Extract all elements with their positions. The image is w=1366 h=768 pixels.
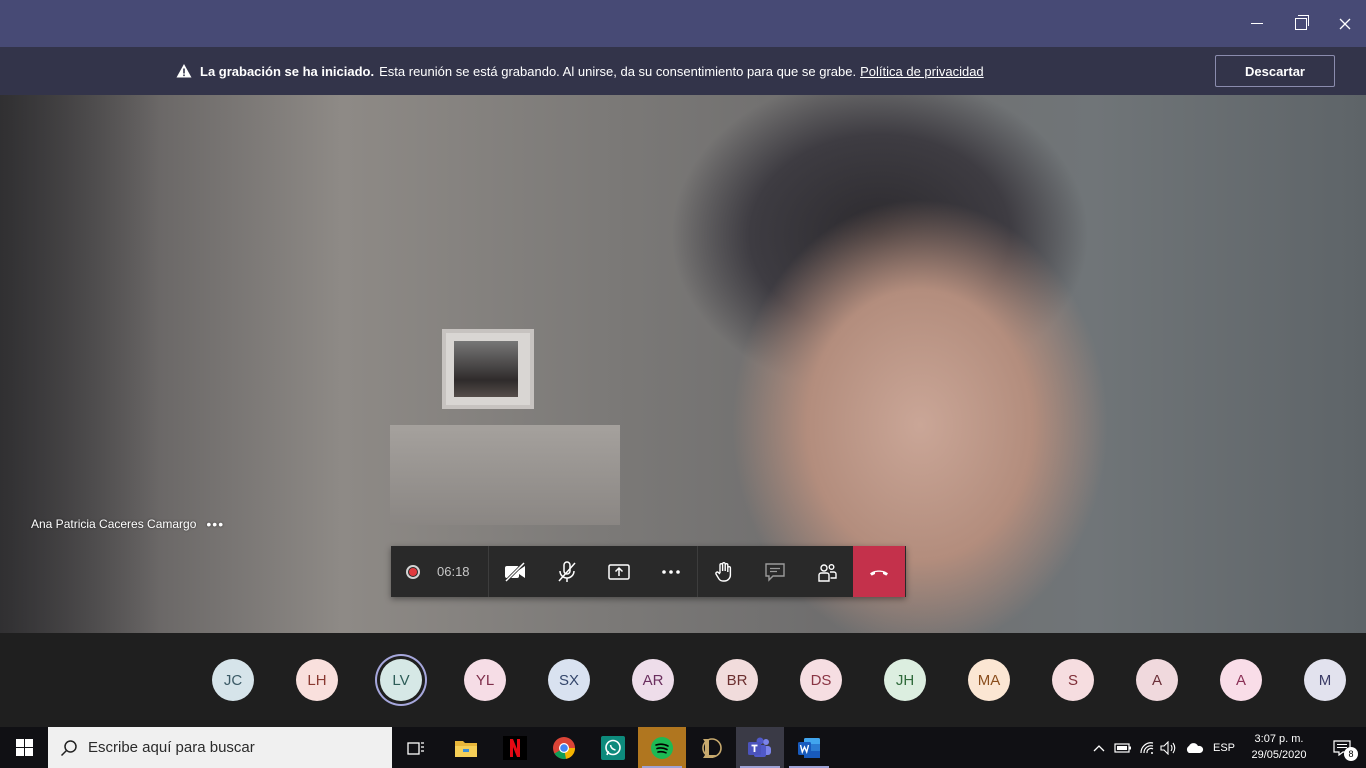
chat-icon (765, 562, 785, 582)
photo (454, 341, 518, 397)
participant-avatar[interactable]: AR (632, 659, 674, 701)
recording-title: La grabación se ha iniciado. (200, 63, 375, 79)
word-icon (798, 737, 820, 758)
netflix-button[interactable] (491, 727, 539, 768)
recording-indicator: 06:18 (391, 546, 489, 597)
participant-avatar[interactable]: M (1304, 659, 1346, 701)
clock-time: 3:07 p. m. (1254, 733, 1304, 745)
notification-count: 8 (1344, 747, 1358, 761)
more-actions-button[interactable] (645, 546, 697, 597)
onedrive-button[interactable] (1182, 727, 1206, 768)
windows-logo-icon (15, 739, 33, 756)
file-explorer-button[interactable] (442, 727, 490, 768)
raise-hand-icon (714, 561, 731, 582)
search-placeholder: Escribe aquí para buscar (88, 739, 255, 756)
teams-icon (748, 737, 771, 757)
recording-text: Esta reunión se está grabando. Al unirse… (379, 63, 857, 79)
participant-avatar[interactable]: YL (464, 659, 506, 701)
taskbar-search[interactable]: Escribe aquí para buscar (48, 727, 392, 768)
clock-date: 29/05/2020 (1251, 749, 1307, 761)
participant-name-label: Ana Patricia Caceres Camargo ••• (31, 516, 224, 532)
camera-toggle-button[interactable] (489, 546, 541, 597)
background-shelf (390, 425, 620, 525)
wifi-button[interactable] (1136, 727, 1158, 768)
raise-hand-button[interactable] (697, 546, 749, 597)
wifi-icon (1140, 741, 1154, 754)
video-shadow (0, 95, 160, 633)
battery-icon (1114, 742, 1131, 753)
league-of-legends-icon (702, 737, 722, 758)
chrome-icon (553, 736, 576, 759)
participant-avatar[interactable]: JC (212, 659, 254, 701)
call-controls: 06:18 (391, 546, 906, 597)
participant-avatar[interactable]: A (1220, 659, 1262, 701)
close-icon (1339, 18, 1351, 29)
participant-avatar[interactable]: MA (968, 659, 1010, 701)
minimize-button[interactable] (1234, 0, 1280, 47)
share-screen-icon (608, 563, 630, 580)
chrome-button[interactable] (540, 727, 588, 768)
participant-avatar[interactable]: LH (296, 659, 338, 701)
netflix-icon (503, 735, 527, 760)
windows-taskbar: Escribe aquí para buscar ESP 3:07 p. m. … (0, 727, 1366, 768)
onedrive-cloud-icon (1186, 742, 1204, 753)
close-button[interactable] (1322, 0, 1366, 47)
recording-banner: La grabación se ha iniciado. Esta reunió… (0, 47, 1366, 95)
participant-avatar[interactable]: LV (380, 659, 422, 701)
participant-strip: JC LH LV YL SX AR BR DS JH MA S A A M (0, 633, 1366, 727)
file-explorer-icon (455, 740, 477, 757)
participant-avatar[interactable]: DS (800, 659, 842, 701)
participants-icon (818, 563, 837, 582)
hang-up-icon (870, 570, 888, 576)
whatsapp-icon (601, 735, 625, 760)
recording-message: La grabación se ha iniciado. Esta reunió… (176, 62, 984, 80)
spotify-button[interactable] (638, 727, 686, 768)
start-button[interactable] (0, 727, 48, 768)
action-center-button[interactable]: 8 (1318, 727, 1366, 768)
camera-off-icon (504, 561, 526, 582)
chat-button[interactable] (749, 546, 801, 597)
league-of-legends-button[interactable] (687, 727, 735, 768)
task-view-icon (407, 741, 424, 755)
participant-avatar[interactable]: A (1136, 659, 1178, 701)
recording-timer: 06:18 (437, 564, 470, 579)
battery-button[interactable] (1112, 727, 1134, 768)
whatsapp-button[interactable] (589, 727, 637, 768)
dismiss-button[interactable]: Descartar (1215, 55, 1335, 87)
participant-avatar[interactable]: SX (548, 659, 590, 701)
minimize-icon (1251, 23, 1263, 24)
warning-icon (176, 64, 192, 78)
teams-button[interactable] (736, 727, 784, 768)
volume-button[interactable] (1158, 727, 1180, 768)
search-icon (60, 739, 77, 756)
participants-button[interactable] (801, 546, 853, 597)
mic-toggle-button[interactable] (541, 546, 593, 597)
participant-name: Ana Patricia Caceres Camargo (31, 517, 197, 531)
show-hidden-icons-button[interactable] (1090, 727, 1108, 768)
title-bar (0, 0, 1366, 47)
participant-avatar[interactable]: JH (884, 659, 926, 701)
volume-icon (1160, 740, 1176, 755)
restore-button[interactable] (1278, 0, 1324, 47)
more-icon (662, 569, 680, 574)
hang-up-button[interactable] (853, 546, 905, 597)
mic-off-icon (558, 560, 576, 582)
taskbar-clock[interactable]: 3:07 p. m. 29/05/2020 (1240, 731, 1318, 763)
share-screen-button[interactable] (593, 546, 645, 597)
record-icon (406, 564, 420, 579)
participant-avatar[interactable]: S (1052, 659, 1094, 701)
task-view-button[interactable] (392, 727, 440, 768)
restore-icon (1295, 14, 1309, 30)
language-indicator[interactable]: ESP (1208, 727, 1240, 768)
word-button[interactable] (785, 727, 833, 768)
spotify-icon (651, 736, 673, 759)
privacy-policy-link[interactable]: Política de privacidad (860, 64, 984, 79)
participant-more-button[interactable]: ••• (206, 516, 224, 532)
background-photo-frame (442, 329, 534, 409)
chevron-up-icon (1093, 744, 1105, 751)
participant-avatar[interactable]: BR (716, 659, 758, 701)
